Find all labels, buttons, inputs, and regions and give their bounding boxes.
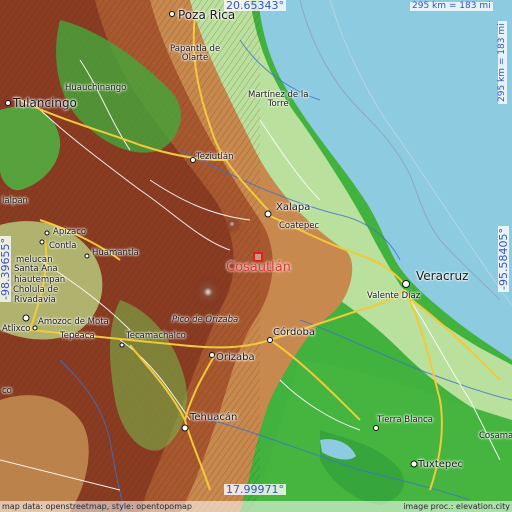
label-rivadavia: Rivadavia [14, 295, 56, 305]
label-cholula: Cholula de [13, 285, 59, 295]
city-dot-orizaba [209, 352, 215, 358]
label-valente-diaz: Valente Díaz [367, 291, 421, 301]
label-cosamaloapan: Cosama [479, 431, 512, 441]
label-teziutlan: Teziutlán [196, 152, 234, 162]
city-dot-tierra-blanca [373, 425, 379, 431]
label-amozoc: Amozoc de Mota [38, 317, 109, 327]
label-santa-ana: Santa Ana [14, 264, 58, 274]
label-tehuacan: Tehuacán [190, 412, 238, 423]
label-papantla: Papantla de Olarte [170, 44, 221, 63]
label-tierra-blanca: Tierra Blanca [377, 415, 433, 425]
label-orizaba: Orizaba [216, 352, 255, 363]
city-dot-teziutlan [190, 157, 196, 163]
city-dot-huamantla [84, 253, 90, 259]
city-dot-poza-rica [169, 11, 175, 17]
label-huauchinango: Huauchinango [65, 83, 127, 93]
label-martinez: Martínez de la Torre [248, 90, 309, 109]
pico-de-orizaba-peak [190, 274, 226, 310]
city-dot-puebla [22, 314, 30, 322]
label-coatepec: Coatepec [279, 221, 320, 231]
label-tlalpan: lalpan [2, 196, 28, 206]
label-veracruz: Veracruz [416, 269, 469, 283]
scale-right: 295 km = 183 mi [497, 21, 507, 104]
credit-bar: map data: openstreetmap, style: opentopo… [0, 501, 512, 512]
label-tepeaca: Tepeaca [60, 331, 95, 341]
label-apizaco: Apizaco [53, 227, 87, 237]
city-dot-amozoc [32, 325, 38, 331]
city-dot-contla [39, 239, 45, 245]
city-dot-veracruz [402, 280, 410, 288]
coord-bottom: 17.99971° [224, 483, 286, 496]
label-clipped-co: co [2, 386, 12, 396]
label-tulancingo: Tulancingo [13, 96, 77, 110]
label-cordoba: Córdoba [273, 327, 315, 338]
city-dot-xalapa [264, 210, 272, 218]
credit-right: image proc.: elevation.city [403, 502, 510, 511]
city-dot-tuxtepec [410, 460, 418, 468]
coord-right: -95.58405° [497, 226, 510, 292]
label-chiautempan: hiautempan [14, 275, 66, 285]
label-contla: Contla [49, 241, 77, 251]
city-dot-tulancingo [5, 100, 11, 106]
coord-top: 20.65343° [224, 0, 286, 12]
label-xalapa: Xalapa [276, 202, 311, 213]
scale-top: 295 km = 183 mi [410, 1, 493, 11]
label-tecamachalco: Tecamachalco [126, 331, 186, 341]
city-dot-cordoba [267, 337, 273, 343]
city-dot-tecamachalco [119, 342, 125, 348]
credit-left: map data: openstreetmap, style: opentopo… [2, 502, 192, 511]
label-atlixco: Atlixco [2, 324, 31, 334]
label-huamantla: Huamantla [92, 248, 139, 258]
label-pico-de-orizaba: Pico de Orizaba [172, 315, 239, 325]
coord-left: -98.39655° [0, 236, 12, 302]
city-dot-apizaco [44, 230, 50, 236]
target-label[interactable]: Cosautlán [226, 260, 291, 275]
city-dot-tehuacan [181, 424, 189, 432]
label-tuxtepec: Tuxtepec [418, 459, 463, 470]
